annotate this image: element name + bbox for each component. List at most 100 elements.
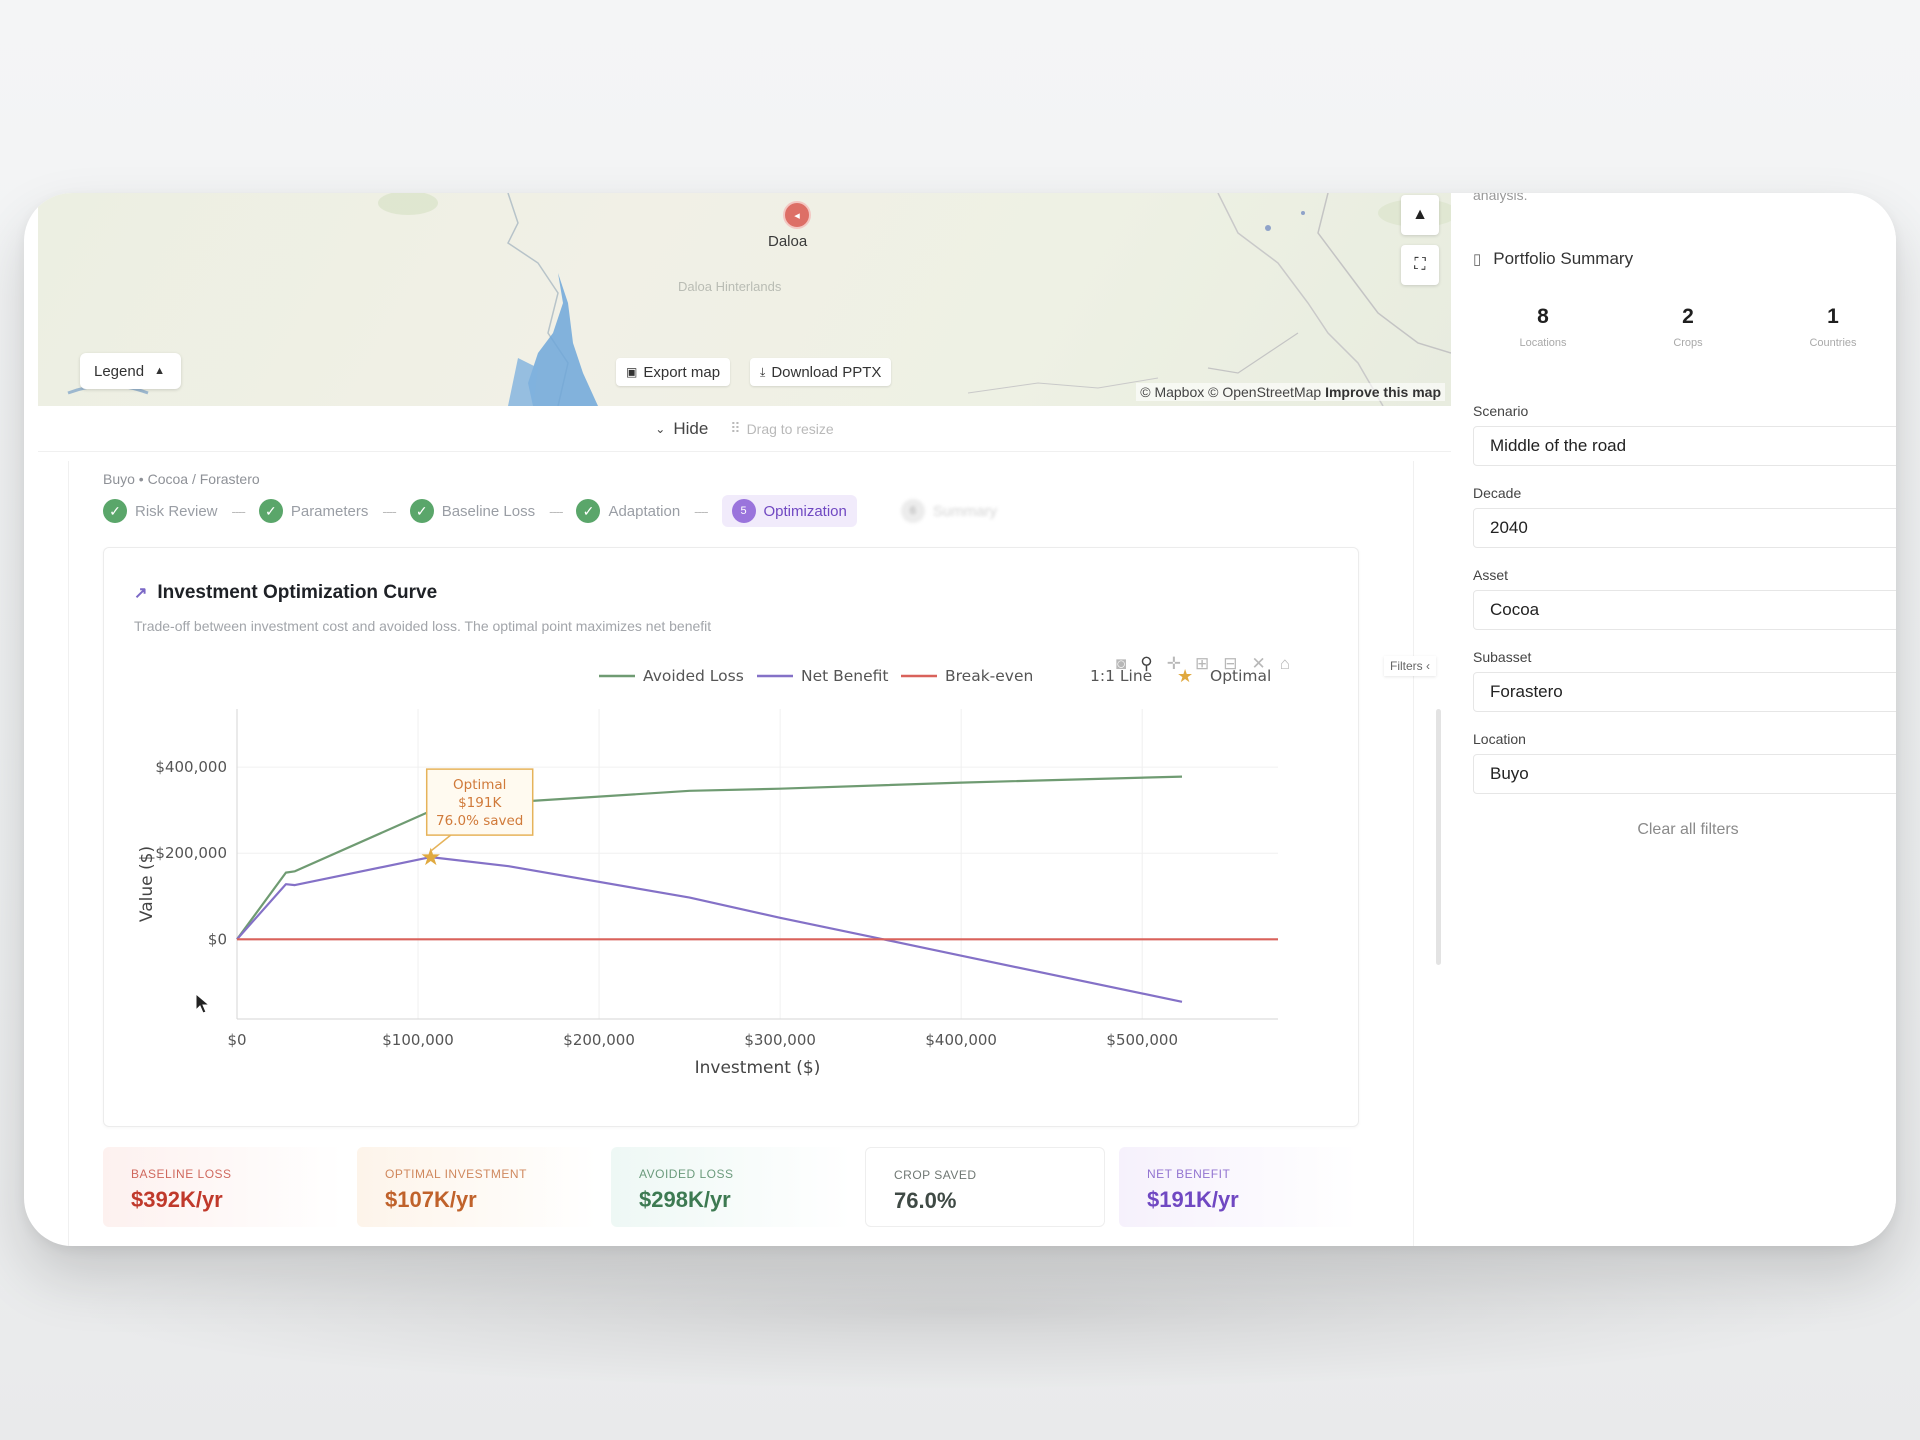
step-label: Risk Review bbox=[135, 502, 218, 520]
series-line-avoided-loss bbox=[236, 775, 1183, 940]
y-tick-label: $200,000 bbox=[155, 844, 227, 862]
x-tick-label: $200,000 bbox=[563, 1031, 635, 1049]
kpi-value: $107K/yr bbox=[385, 1187, 477, 1212]
drag-handle[interactable]: ⠿ Drag to resize bbox=[730, 420, 833, 437]
compass-button[interactable]: ▲ bbox=[1401, 195, 1439, 235]
backdrop-shadow bbox=[60, 1230, 1860, 1390]
workflow-stepper: ✓ Risk Review ---- ✓ Parameters ---- ✓ B… bbox=[103, 495, 997, 527]
marker-label: Daloa bbox=[768, 233, 808, 250]
subasset-select[interactable]: Forastero bbox=[1473, 672, 1896, 712]
decade-select[interactable]: 2040 bbox=[1473, 508, 1896, 548]
x-tick-label: $300,000 bbox=[744, 1031, 816, 1049]
check-icon: ✓ bbox=[576, 499, 601, 523]
map-view[interactable]: ◂ Daloa Daloa Hinterlands Legend ▲ ▣ Exp… bbox=[38, 193, 1451, 406]
document-icon: ▯ bbox=[1473, 251, 1482, 268]
fullscreen-icon: ⛶ bbox=[1414, 256, 1426, 273]
step-parameters[interactable]: ✓ Parameters bbox=[258, 495, 368, 527]
step-separator: ---- bbox=[382, 503, 396, 519]
fullscreen-button[interactable]: ⛶ bbox=[1401, 245, 1439, 285]
chevron-down-icon: ⌄ bbox=[655, 421, 666, 436]
filters-toggle-tab[interactable]: Filters ‹ bbox=[1384, 656, 1436, 676]
drag-grip-icon: ⠿ bbox=[730, 420, 741, 436]
legend-label: Avoided Loss bbox=[643, 667, 744, 685]
app-window: ◂ Daloa Daloa Hinterlands Legend ▲ ▣ Exp… bbox=[24, 193, 1896, 1246]
step-baseline-loss[interactable]: ✓ Baseline Loss bbox=[409, 495, 536, 527]
location-label: Location bbox=[1473, 731, 1526, 747]
y-axis-label: Value ($) bbox=[137, 846, 157, 922]
kpi-value: 76.0% bbox=[894, 1188, 957, 1213]
clear-filters-button[interactable]: Clear all filters bbox=[1473, 821, 1896, 839]
improve-map-link[interactable]: Improve this map bbox=[1325, 384, 1441, 400]
location-select[interactable]: Buyo bbox=[1473, 754, 1896, 794]
map-resize-bar: ⌄ Hide ⠿ Drag to resize bbox=[38, 406, 1451, 452]
legend-label: Optimal bbox=[1210, 667, 1271, 685]
decade-label: Decade bbox=[1473, 485, 1522, 501]
step-label: Baseline Loss bbox=[441, 502, 536, 520]
map-attribution: © Mapbox © OpenStreetMap Improve this ma… bbox=[1136, 383, 1445, 401]
drag-hint-label: Drag to resize bbox=[746, 420, 834, 437]
step-adaptation[interactable]: ✓ Adaptation bbox=[576, 495, 680, 527]
stat-label: Locations bbox=[1519, 337, 1567, 349]
attribution-text[interactable]: © Mapbox © OpenStreetMap bbox=[1140, 384, 1321, 400]
export-map-button[interactable]: ▣ Export map bbox=[616, 358, 731, 386]
optimization-panel: Buyo • Cocoa / Forastero ✓ Risk Review -… bbox=[68, 461, 1414, 1246]
step-label: Adaptation bbox=[608, 502, 681, 520]
check-icon: ✓ bbox=[409, 499, 434, 523]
step-separator: ---- bbox=[231, 503, 246, 519]
kpi-card: NET BENEFIT $191K/yr bbox=[1119, 1147, 1359, 1227]
step-separator: ---- bbox=[549, 503, 563, 519]
step-separator: ---- bbox=[694, 503, 708, 519]
kpi-value: $392K/yr bbox=[131, 1187, 223, 1212]
kpi-value: $298K/yr bbox=[639, 1187, 731, 1212]
stat-value: 2 bbox=[1682, 305, 1694, 328]
check-icon: ✓ bbox=[103, 499, 127, 523]
hide-map-button[interactable]: ⌄ Hide bbox=[655, 419, 708, 439]
chevron-up-icon: ▲ bbox=[154, 365, 165, 377]
scrollbar[interactable] bbox=[1436, 709, 1441, 965]
download-pptx-button[interactable]: ⤓ Download PPTX bbox=[750, 358, 892, 386]
step-optimization[interactable]: 5 Optimization bbox=[721, 495, 857, 527]
step-summary[interactable]: 6 Summary bbox=[900, 495, 998, 527]
kpi-row: BASELINE LOSS $392K/yr OPTIMAL INVESTMENT $… bbox=[103, 1147, 1359, 1227]
asset-label: Asset bbox=[1473, 567, 1509, 583]
kpi-label: OPTIMAL INVESTMENT bbox=[385, 1167, 527, 1181]
stat-crops: 2 Crops bbox=[1618, 305, 1758, 349]
kpi-card: OPTIMAL INVESTMENT $107K/yr bbox=[357, 1147, 597, 1227]
kpi-label: NET BENEFIT bbox=[1147, 1167, 1231, 1181]
north-arrow-icon: ▲ bbox=[1412, 206, 1428, 223]
sidebar-cut-text: analysis. bbox=[1473, 193, 1528, 203]
step-risk-review[interactable]: ✓ Risk Review bbox=[103, 495, 218, 527]
stat-locations: 8 Locations bbox=[1473, 305, 1613, 349]
chart-card: ↗ Investment Optimization Curve Trade-of… bbox=[103, 547, 1359, 1127]
stat-value: 1 bbox=[1827, 305, 1839, 328]
optimal-star-icon: ★ bbox=[420, 844, 442, 871]
x-axis-label: Investment ($) bbox=[695, 1058, 821, 1078]
download-icon: ⤓ bbox=[760, 364, 766, 379]
stat-label: Countries bbox=[1809, 337, 1857, 349]
y-tick-label: $400,000 bbox=[155, 758, 227, 776]
filter-sidebar: analysis. ▯ Portfolio Summary 8 Location… bbox=[1451, 193, 1896, 1246]
y-tick-label: $0 bbox=[208, 930, 227, 948]
step-label: Summary bbox=[932, 502, 998, 520]
kpi-value: $191K/yr bbox=[1147, 1187, 1239, 1212]
portfolio-stats: 8 Locations 2 Crops 1 Countries bbox=[1473, 305, 1896, 349]
legend-toggle-button[interactable]: Legend ▲ bbox=[80, 353, 181, 389]
kpi-card: AVOIDED LOSS $298K/yr bbox=[611, 1147, 851, 1227]
portfolio-title: Portfolio Summary bbox=[1493, 249, 1634, 268]
step-number-badge: 5 bbox=[731, 499, 756, 523]
asset-select[interactable]: Cocoa bbox=[1473, 590, 1896, 630]
kpi-label: BASELINE LOSS bbox=[131, 1167, 232, 1181]
kpi-label: CROP SAVED bbox=[894, 1168, 977, 1182]
mouse-cursor-icon bbox=[195, 993, 211, 1014]
stat-value: 8 bbox=[1537, 305, 1549, 328]
export-map-label: Export map bbox=[643, 363, 721, 381]
stat-label: Crops bbox=[1673, 337, 1703, 349]
legend-label: 1:1 Line bbox=[1090, 667, 1152, 685]
location-marker[interactable]: ◂ bbox=[783, 201, 811, 229]
kpi-label: AVOIDED LOSS bbox=[639, 1167, 734, 1181]
step-number-badge: 6 bbox=[900, 499, 925, 523]
portfolio-summary-header: ▯ Portfolio Summary bbox=[1473, 249, 1633, 269]
scenario-select[interactable]: Middle of the road bbox=[1473, 426, 1896, 466]
legend-label: Net Benefit bbox=[801, 667, 889, 685]
optimization-chart[interactable]: $0 $100,000 $200,000 $300,000 $400,000 $500,0… bbox=[104, 548, 1360, 1128]
